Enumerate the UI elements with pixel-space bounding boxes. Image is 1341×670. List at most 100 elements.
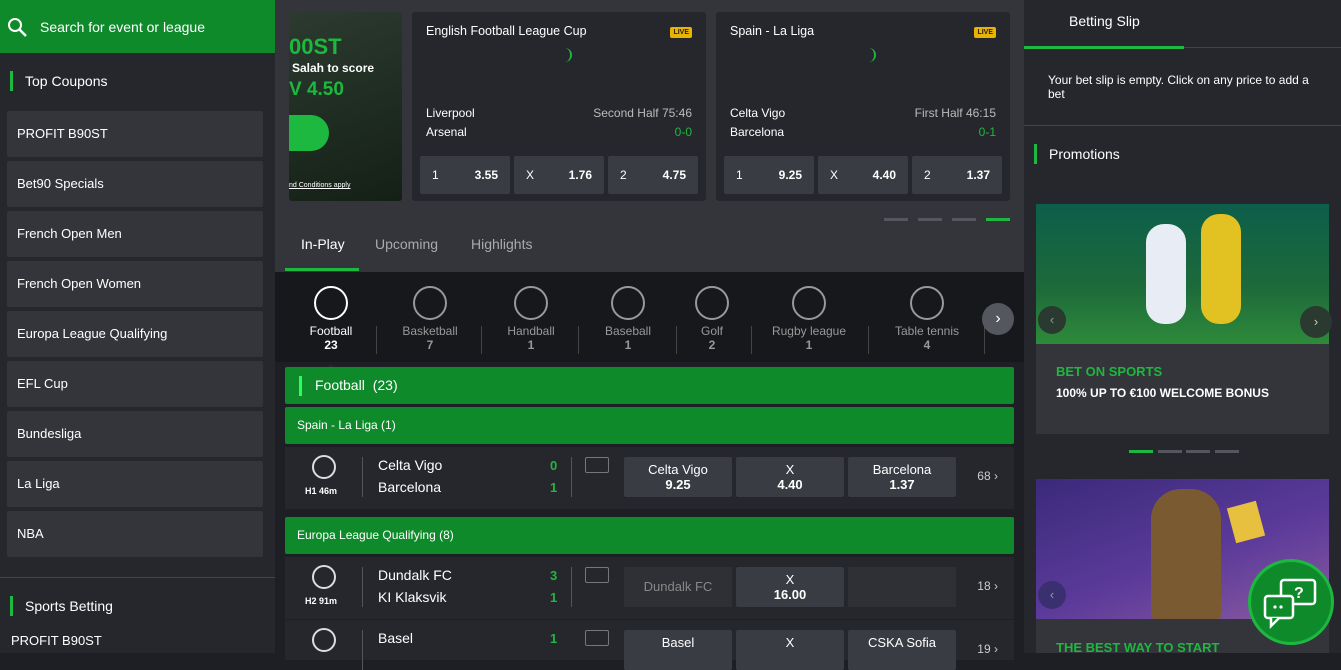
sport-name: Rugby league xyxy=(771,324,847,338)
match-row[interactable]: Basel 1 Basel X CSKA Sofia 19 › xyxy=(285,620,1014,670)
coupon-item[interactable]: Bundesliga xyxy=(7,411,263,457)
match-period: First Half 46:15 xyxy=(914,106,996,120)
match-score: 0-0 xyxy=(674,125,692,139)
odd-button[interactable]: 1 9.25 xyxy=(724,156,814,194)
odd-value: 9.25 xyxy=(778,168,802,182)
boost-banner[interactable]: 00ST Salah to score V 4.50 nd Conditions… xyxy=(289,12,402,201)
odd-button[interactable]: 2 1.37 xyxy=(912,156,1002,194)
match-row[interactable]: H2 91m Dundalk FC KI Klaksvik 3 1 Dundal… xyxy=(285,557,1014,619)
match-time: H1 46m xyxy=(305,486,338,496)
card-league: Spain - La Liga xyxy=(730,24,815,38)
odd-button[interactable]: Barcelona 1.37 xyxy=(848,457,956,497)
odd-value: 4.40 xyxy=(777,477,803,492)
coupon-item[interactable]: French Open Women xyxy=(7,261,263,307)
odd-button[interactable]: CSKA Sofia xyxy=(848,630,956,670)
sport-basketball[interactable]: Basketball 7 xyxy=(397,286,463,352)
sport-name: Handball xyxy=(507,324,555,338)
tab-upcoming[interactable]: Upcoming xyxy=(375,236,438,252)
basketball-icon xyxy=(413,286,447,320)
odd-value: 1.76 xyxy=(568,168,592,182)
tab-highlights[interactable]: Highlights xyxy=(471,236,532,252)
match-time: H2 91m xyxy=(305,596,338,606)
match-period: Second Half 75:46 xyxy=(593,106,692,120)
sport-football[interactable]: Football 23 xyxy=(303,286,359,352)
odd-label: Dundalk FC xyxy=(643,579,713,594)
more-markets[interactable]: 68 › xyxy=(977,469,998,483)
stats-icon[interactable] xyxy=(585,457,609,473)
sport-handball[interactable]: Handball 1 xyxy=(501,286,561,352)
odd-label: 1 xyxy=(736,168,743,182)
odd-label: Celta Vigo xyxy=(648,462,708,477)
carousel-dot[interactable] xyxy=(952,218,976,221)
banner-terms[interactable]: nd Conditions apply xyxy=(289,182,351,189)
banner-odds: V 4.50 xyxy=(289,79,344,100)
banner-button[interactable] xyxy=(289,115,329,151)
coupon-item[interactable]: Europa League Qualifying xyxy=(7,311,263,357)
stats-icon[interactable] xyxy=(585,630,609,646)
odd-button[interactable]: Basel xyxy=(624,630,732,670)
odd-value: 4.75 xyxy=(662,168,686,182)
tab-in-play[interactable]: In-Play xyxy=(301,236,345,252)
promo-card[interactable]: ‹ › BET ON SPORTS 100% UP TO €100 WELCOM… xyxy=(1036,204,1332,434)
sport-count: 1 xyxy=(805,338,813,352)
odd-button[interactable]: Celta Vigo 9.25 xyxy=(624,457,732,497)
divider xyxy=(578,326,579,354)
carousel-dot[interactable] xyxy=(918,218,942,221)
home-team: Basel xyxy=(378,630,414,646)
chevron-right-icon[interactable]: › xyxy=(1300,306,1332,338)
search-input[interactable]: Search for event or league xyxy=(40,19,205,35)
home-score: 1 xyxy=(550,631,558,646)
odd-button-disabled xyxy=(848,567,956,607)
featured-card[interactable]: Spain - La Liga LIVE Celta Vigo Barcelon… xyxy=(716,12,1010,201)
carousel-dot[interactable] xyxy=(884,218,908,221)
banner-boost: 00ST xyxy=(289,34,342,59)
more-markets[interactable]: 19 › xyxy=(977,642,998,656)
promo-heading: THE BEST WAY TO START xyxy=(1056,640,1220,653)
match-row[interactable]: H1 46m Celta Vigo Barcelona 0 1 Celta Vi… xyxy=(285,447,1014,509)
league-header[interactable]: Europa League Qualifying (8) xyxy=(285,517,1014,554)
coupon-item[interactable]: EFL Cup xyxy=(7,361,263,407)
home-team: Celta Vigo xyxy=(378,457,443,473)
divider xyxy=(984,326,985,354)
carousel-dot-active[interactable] xyxy=(1129,450,1153,453)
carousel-dot[interactable] xyxy=(1186,450,1210,453)
chat-button[interactable]: ? xyxy=(1248,559,1334,645)
match-score: 0-1 xyxy=(978,125,996,139)
odd-button[interactable]: X 1.76 xyxy=(514,156,604,194)
odd-label: Barcelona xyxy=(872,462,932,477)
coupon-item[interactable]: French Open Men xyxy=(7,211,263,257)
league-header[interactable]: Spain - La Liga (1) xyxy=(285,407,1014,444)
home-team: Liverpool xyxy=(426,106,475,120)
carousel-dot-active[interactable] xyxy=(986,218,1010,221)
more-markets[interactable]: 18 › xyxy=(977,579,998,593)
odd-button[interactable]: X 4.40 xyxy=(818,156,908,194)
sports-betting-item[interactable]: PROFIT B90ST xyxy=(11,633,102,648)
odd-button[interactable]: X xyxy=(736,630,844,670)
odd-button[interactable]: 2 4.75 xyxy=(608,156,698,194)
away-team: KI Klaksvik xyxy=(378,589,447,605)
coupon-item[interactable]: Bet90 Specials xyxy=(7,161,263,207)
sport-rugby-league[interactable]: Rugby league 1 xyxy=(771,286,847,352)
right-sidebar: Betting Slip Your bet slip is empty. Cli… xyxy=(1024,0,1341,653)
search-bar[interactable]: Search for event or league xyxy=(0,0,275,53)
odd-button[interactable]: 1 3.55 xyxy=(420,156,510,194)
home-team: Celta Vigo xyxy=(730,106,786,120)
odd-button[interactable]: X 16.00 xyxy=(736,567,844,607)
left-sidebar: Search for event or league Top Coupons P… xyxy=(0,0,275,653)
divider xyxy=(1024,125,1341,126)
coupon-item[interactable]: PROFIT B90ST xyxy=(7,111,263,157)
chevron-left-icon[interactable]: ‹ xyxy=(1038,306,1066,334)
sport-name: Golf xyxy=(700,324,723,338)
chevron-right-icon[interactable]: › xyxy=(982,303,1014,335)
sport-baseball[interactable]: Baseball 1 xyxy=(599,286,657,352)
odd-button[interactable]: X 4.40 xyxy=(736,457,844,497)
sport-golf[interactable]: Golf 2 xyxy=(690,286,734,352)
carousel-dot[interactable] xyxy=(1215,450,1239,453)
featured-card[interactable]: English Football League Cup LIVE Liverpo… xyxy=(412,12,706,201)
chevron-left-icon[interactable]: ‹ xyxy=(1038,581,1066,609)
sport-table-tennis[interactable]: Table tennis 4 xyxy=(892,286,962,352)
carousel-dot[interactable] xyxy=(1158,450,1182,453)
stats-icon[interactable] xyxy=(585,567,609,583)
coupon-item[interactable]: La Liga xyxy=(7,461,263,507)
coupon-item[interactable]: NBA xyxy=(7,511,263,557)
